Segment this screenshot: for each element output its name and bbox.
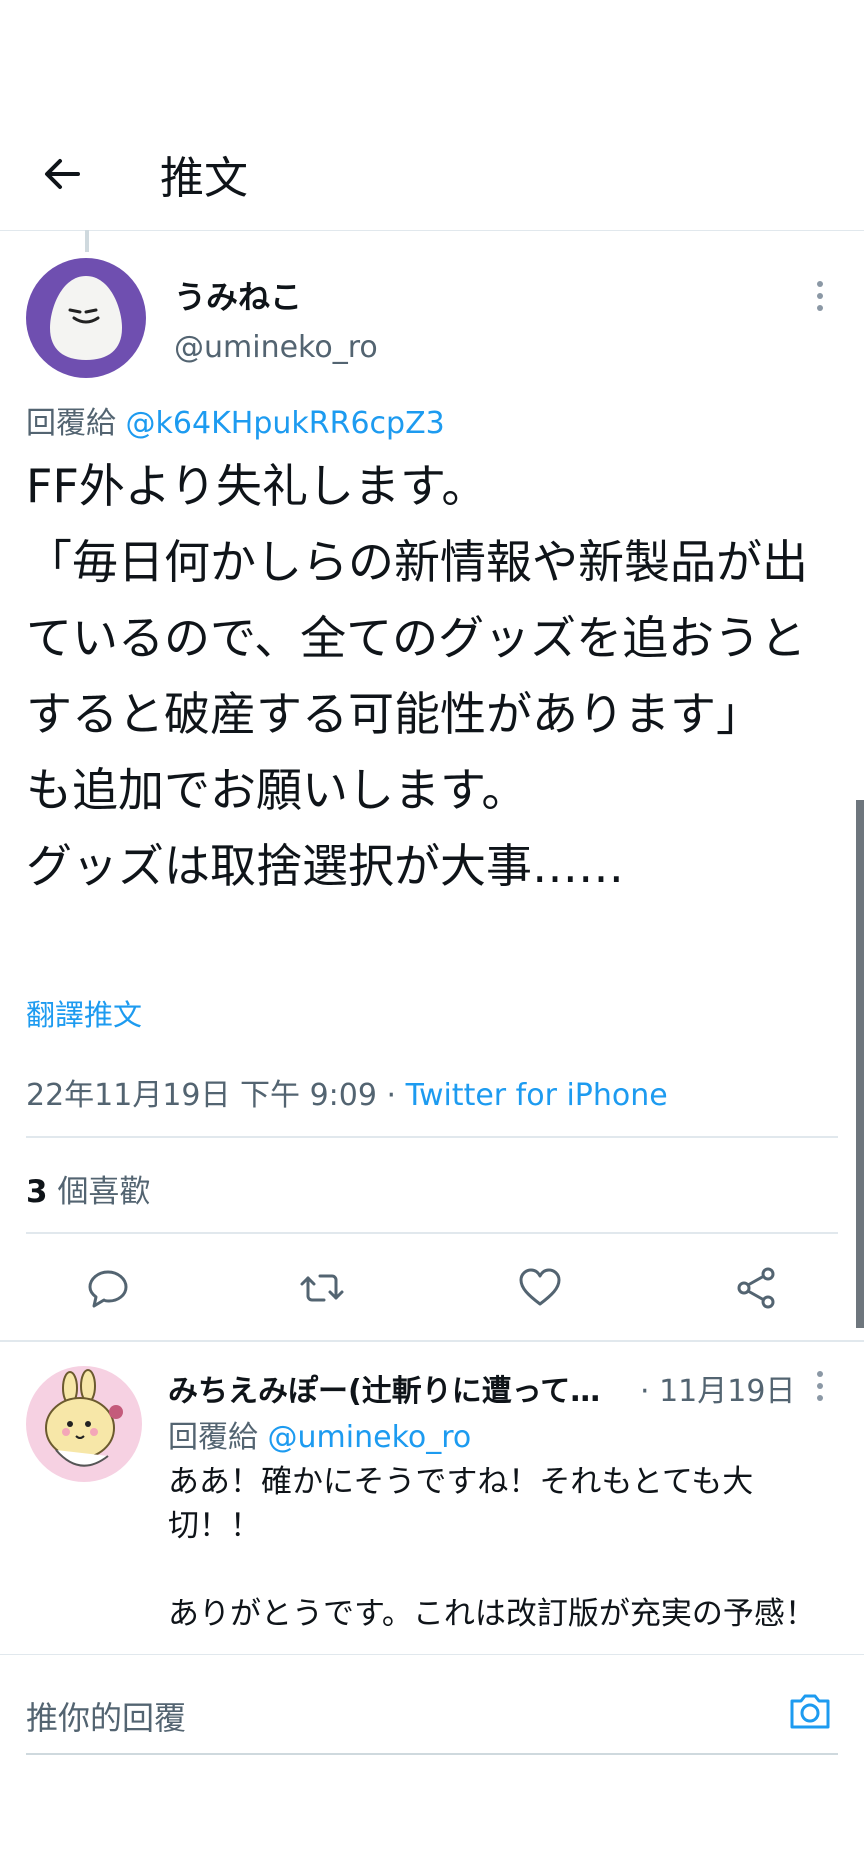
likes-label: 個喜歡 — [57, 1174, 151, 1210]
avatar[interactable] — [26, 258, 146, 378]
reply-label: 回覆給 — [26, 406, 116, 441]
reply-text: ああ！確かにそうですね！それもとても大切！！ ありがとうです。これは改訂版が充実… — [168, 1464, 816, 1632]
source-link[interactable]: Twitter for iPhone — [406, 1078, 668, 1113]
reply-date[interactable]: · 11月19日 — [640, 1366, 795, 1410]
input-underline — [26, 1753, 838, 1755]
divider — [0, 1340, 864, 1342]
back-arrow-icon[interactable] — [38, 150, 86, 198]
compose-bar: 推你的回覆 — [0, 1654, 864, 1873]
more-vertical-icon[interactable] — [808, 1366, 832, 1406]
camera-icon[interactable] — [786, 1687, 834, 1735]
author-name[interactable]: うみねこ — [174, 272, 302, 318]
reply-avatar[interactable] — [26, 1366, 142, 1482]
tweet-meta: 22年11月19日 下午 9:09 · Twitter for iPhone — [26, 1070, 668, 1114]
reply-input[interactable]: 推你的回覆 — [26, 1693, 186, 1739]
reply-context: 回覆給 @umineko_ro — [168, 1412, 471, 1456]
share-icon[interactable] — [732, 1264, 780, 1312]
reply-to-handle[interactable]: @k64KHpukRR6cpZ3 — [126, 406, 445, 441]
retweet-icon[interactable] — [298, 1264, 346, 1312]
top-bar: 推文 — [0, 110, 864, 231]
page-title: 推文 — [160, 153, 248, 204]
translate-link[interactable]: 翻譯推文 — [26, 992, 142, 1034]
tweet-text: FF外より失礼します。 「毎日何かしらの新情報や新製品が出ているので、全てのグッ… — [26, 459, 808, 893]
scrollbar[interactable] — [856, 800, 864, 1328]
thread-line — [85, 230, 89, 252]
likes-number: 3 — [26, 1174, 48, 1210]
meta-separator: · — [376, 1078, 406, 1113]
divider — [26, 1232, 838, 1234]
more-vertical-icon[interactable] — [808, 276, 832, 316]
reply-label: 回覆給 — [168, 1420, 258, 1455]
reply-icon[interactable] — [84, 1264, 132, 1312]
reply-context: 回覆給 @k64KHpukRR6cpZ3 — [26, 398, 445, 442]
author-handle[interactable]: @umineko_ro — [174, 330, 378, 365]
likes-count[interactable]: 3 個喜歡 — [26, 1166, 150, 1211]
reply-author-name[interactable]: みちえみぽー(辻斬りに遭って… — [168, 1366, 600, 1410]
divider — [26, 1136, 838, 1138]
like-icon[interactable] — [516, 1264, 564, 1312]
timestamp[interactable]: 22年11月19日 下午 9:09 — [26, 1078, 377, 1113]
reply-to-handle[interactable]: @umineko_ro — [268, 1420, 472, 1455]
